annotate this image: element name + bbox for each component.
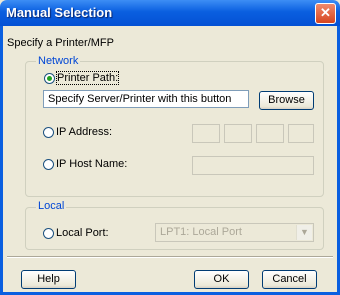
- close-button[interactable]: ✕: [315, 3, 336, 24]
- ip-octet-1[interactable]: [192, 124, 220, 143]
- local-port-select[interactable]: LPT1: Local Port ▼: [155, 223, 314, 242]
- chevron-down-icon[interactable]: ▼: [296, 225, 312, 240]
- ip-octet-4[interactable]: [288, 124, 314, 143]
- ip-host-name-field[interactable]: [192, 156, 314, 175]
- local-port-value: LPT1: Local Port: [160, 226, 242, 238]
- title-bar[interactable]: Manual Selection ✕: [0, 0, 340, 26]
- help-button[interactable]: Help: [21, 270, 76, 289]
- dialog-caption: Specify a Printer/MFP: [7, 37, 114, 49]
- network-legend: Network: [36, 55, 81, 67]
- printer-path-radio[interactable]: [44, 73, 55, 84]
- window-title: Manual Selection: [6, 5, 113, 20]
- ip-address-label[interactable]: IP Address:: [56, 126, 112, 138]
- cancel-button[interactable]: Cancel: [262, 270, 317, 289]
- ip-address-radio[interactable]: [43, 127, 54, 138]
- local-legend: Local: [36, 200, 67, 212]
- ok-button[interactable]: OK: [194, 270, 249, 289]
- printer-path-field[interactable]: Specify Server/Printer with this button: [43, 90, 249, 108]
- browse-button[interactable]: Browse: [259, 91, 314, 110]
- ip-octet-2[interactable]: [224, 124, 252, 143]
- ip-host-name-label[interactable]: IP Host Name:: [56, 158, 127, 170]
- local-port-radio[interactable]: [43, 228, 54, 239]
- printer-path-label[interactable]: Printer Path:: [55, 71, 120, 85]
- ip-host-name-radio[interactable]: [43, 159, 54, 170]
- ip-octet-3[interactable]: [256, 124, 284, 143]
- local-port-label[interactable]: Local Port:: [56, 227, 109, 239]
- divider: [7, 256, 333, 258]
